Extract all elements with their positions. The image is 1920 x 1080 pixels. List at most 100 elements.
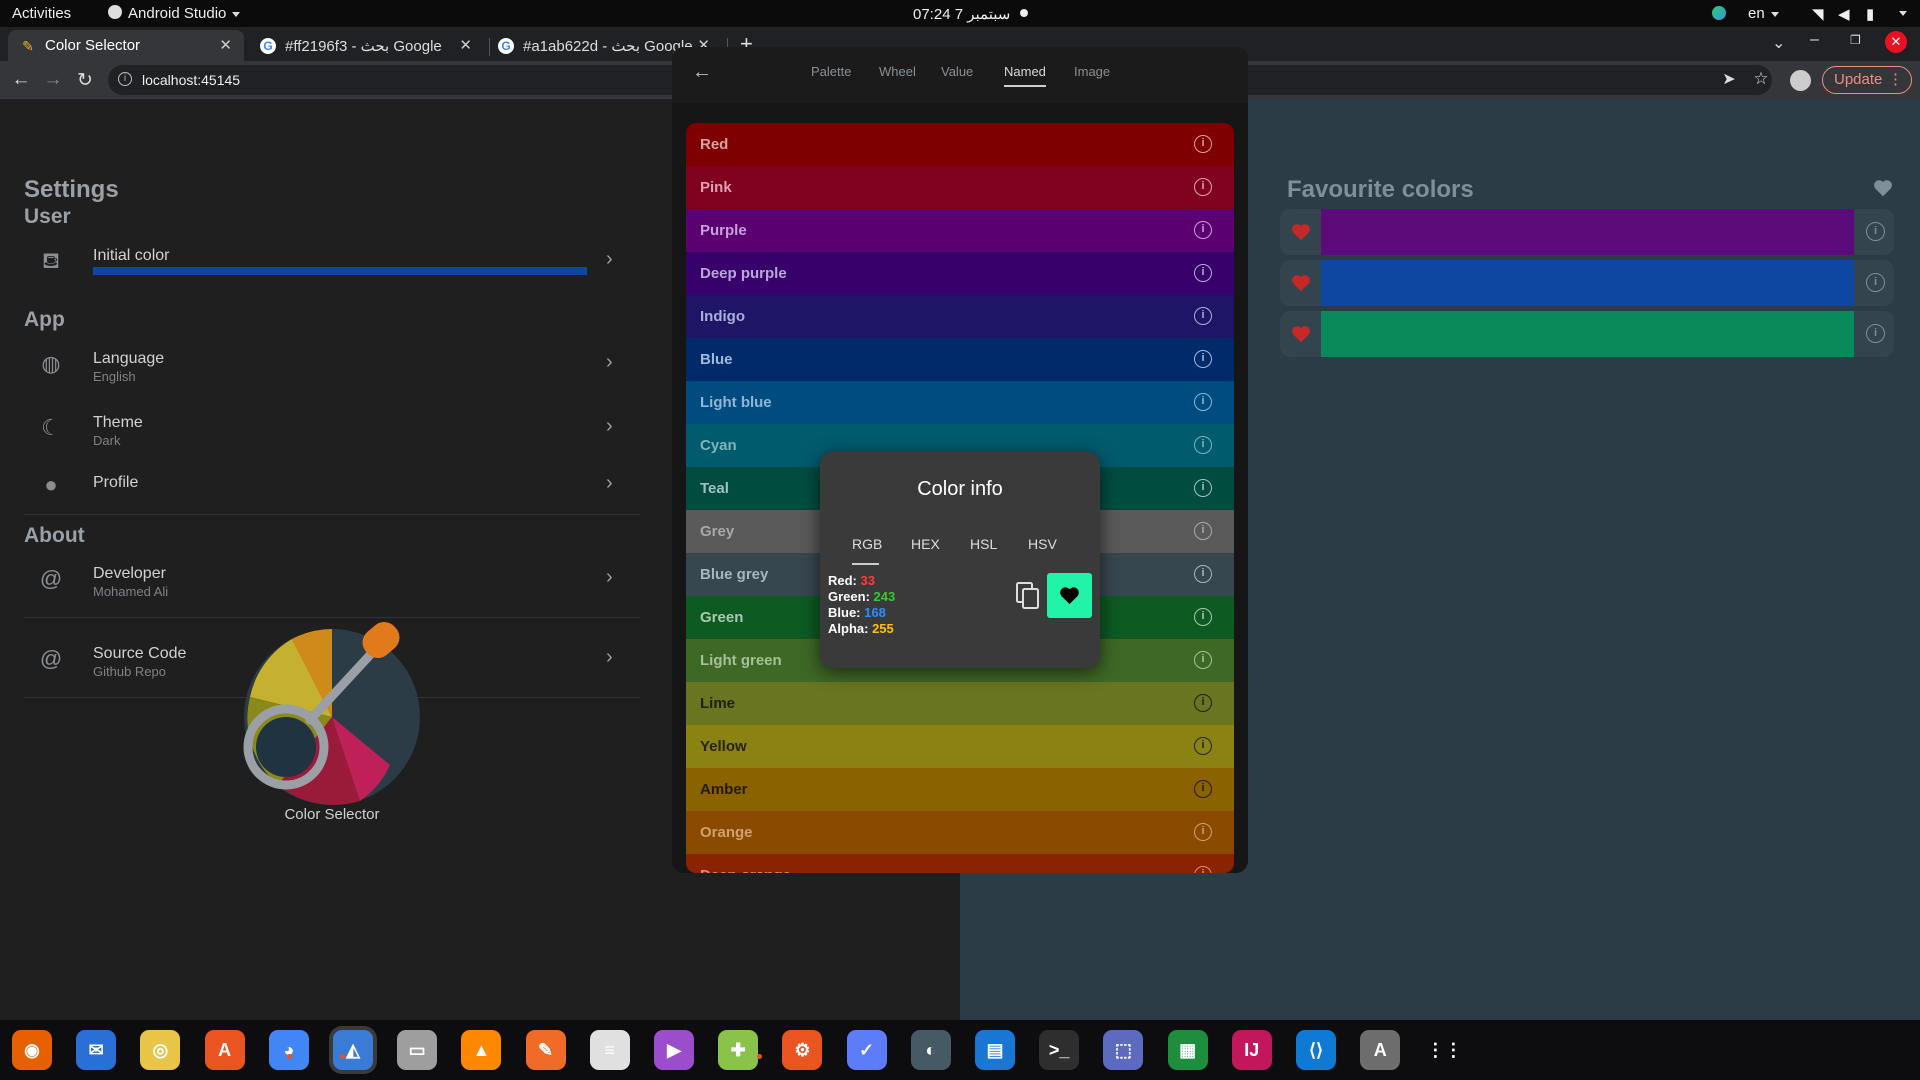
info-icon[interactable]: i [1194,823,1212,841]
task-manager-icon[interactable]: ✓ [846,1030,887,1070]
system-menu-chevron-icon[interactable] [1899,11,1907,16]
setting-language[interactable]: ◍ Language English › [24,341,640,399]
color-row-lime[interactable]: Lime i [686,682,1234,725]
heart-icon[interactable] [1290,323,1312,345]
minimize-window-button[interactable]: – [1810,31,1819,49]
clock[interactable]: 07:24 7 سبتمبر [913,5,1010,23]
setting-theme[interactable]: ☾ Theme Dark › [24,405,640,463]
send-icon[interactable]: ➤ [1718,69,1740,89]
color-row-deep-orange[interactable]: Deep orange i [686,854,1234,873]
forward-arrow-icon[interactable]: → [42,69,64,91]
android-sdk-icon[interactable]: ✚ [718,1030,759,1070]
favourite-color-swatch[interactable] [1321,209,1854,255]
info-icon[interactable]: i [1194,264,1212,282]
color-row-deep-purple[interactable]: Deep purple i [686,252,1234,295]
setting-initial-color[interactable]: ⛾ Initial color › [24,238,640,296]
inkscape-icon[interactable]: ✎ [525,1030,566,1070]
language-indicator[interactable]: en [1748,5,1779,22]
info-icon[interactable]: i [1194,135,1212,153]
spreadsheet-icon[interactable]: ▦ [1167,1030,1208,1070]
info-icon[interactable]: i [1194,350,1212,368]
show-apps-icon[interactable]: ⋮⋮ [1424,1030,1465,1070]
color-row-indigo[interactable]: Indigo i [686,295,1234,338]
info-icon[interactable]: i [1194,651,1212,669]
favourite-color-swatch[interactable] [1321,311,1854,357]
tab-value[interactable]: Value [941,64,973,79]
close-window-button[interactable]: ✕ [1885,31,1907,53]
back-arrow-icon[interactable]: ← [692,61,712,84]
battery-icon[interactable]: ▮ [1866,5,1874,23]
color-row-light-blue[interactable]: Light blue i [686,381,1234,424]
close-tab-icon[interactable]: ✕ [459,36,472,54]
volume-icon[interactable]: ◀ [1838,5,1850,23]
info-icon[interactable]: i [1194,436,1212,454]
add-favourite-button[interactable] [1047,573,1092,618]
setting-developer[interactable]: @ Developer Mohamed Ali › [24,556,640,614]
terminal-icon[interactable]: >_ [1039,1030,1080,1070]
android-studio-icon[interactable]: ◭ [333,1030,373,1070]
info-icon[interactable]: i [1194,393,1212,411]
intellij-icon[interactable]: IJ [1231,1030,1272,1070]
tab-search-chevron-icon[interactable]: ⌄ [1772,33,1785,53]
color-row-blue[interactable]: Blue i [686,338,1234,381]
heart-icon[interactable] [1290,272,1312,294]
info-icon[interactable]: i [1194,221,1212,239]
vscode-icon[interactable]: ⟨⟩ [1296,1030,1336,1070]
info-icon[interactable]: i [1194,866,1212,873]
screenshot-icon[interactable]: ⬚ [1103,1030,1144,1070]
video-player-icon[interactable]: ▶ [654,1030,694,1070]
wifi-icon[interactable]: ◥ [1812,5,1824,23]
update-button[interactable]: Update ⋮ [1822,66,1912,94]
color-row-orange[interactable]: Orange i [686,811,1234,854]
tab-named[interactable]: Named [1004,64,1046,79]
vlc-icon[interactable]: ▲ [461,1030,502,1070]
gimp-icon[interactable]: ◐ [910,1030,951,1070]
tab-palette[interactable]: Palette [811,64,851,79]
browser-tab-color-selector[interactable]: ✎ Color Selector ✕ [8,30,244,61]
info-icon[interactable]: i [1194,608,1212,626]
browser-tab-google-1[interactable]: G #ff2196f3 - بحث Google ✕ [248,30,484,61]
info-icon[interactable]: i [1194,307,1212,325]
document-viewer-icon[interactable]: ≡ [589,1030,630,1070]
software-updater-icon[interactable]: A [1360,1030,1401,1070]
dialog-tab-rgb[interactable]: RGB [852,536,882,552]
chrome-icon[interactable]: ◕ [268,1030,309,1070]
favourite-color-swatch[interactable] [1321,260,1854,306]
tab-wheel[interactable]: Wheel [879,64,916,79]
indicator-icon[interactable] [1712,6,1726,20]
info-icon[interactable]: i [1194,178,1212,196]
rhythmbox-icon[interactable]: ◎ [140,1030,181,1070]
dialog-tab-hex[interactable]: HEX [911,536,940,552]
dialog-tab-hsv[interactable]: HSV [1028,536,1057,552]
info-icon[interactable]: i [1194,737,1212,755]
color-row-yellow[interactable]: Yellow i [686,725,1234,768]
back-arrow-icon[interactable]: ← [10,69,32,91]
copy-icon[interactable] [1016,582,1040,610]
ubuntu-software-icon[interactable]: ⚙ [782,1030,823,1070]
profile-avatar-icon[interactable] [1790,70,1811,91]
info-icon[interactable]: i [1866,273,1885,292]
info-icon[interactable]: i [1194,780,1212,798]
info-icon[interactable]: i [1866,222,1885,241]
firefox-icon[interactable]: ◉ [12,1030,52,1070]
restore-window-button[interactable]: ❐ [1850,33,1861,47]
heart-icon[interactable] [1290,221,1312,243]
info-icon[interactable]: i [1194,694,1212,712]
color-row-amber[interactable]: Amber i [686,768,1234,811]
active-app-menu[interactable]: Android Studio [108,5,241,22]
favourite-color-row[interactable]: i [1280,260,1894,306]
bookmark-star-icon[interactable]: ☆ [1750,69,1772,89]
thunderbird-icon[interactable]: ✉ [76,1030,117,1070]
close-tab-icon[interactable]: ✕ [219,36,232,54]
favourite-color-row[interactable]: i [1280,311,1894,357]
site-info-icon[interactable]: i [118,72,132,86]
info-icon[interactable]: i [1866,324,1885,343]
color-row-pink[interactable]: Pink i [686,166,1234,209]
dialog-tab-hsl[interactable]: HSL [970,536,997,552]
text-editor-icon[interactable]: ▤ [975,1030,1015,1070]
color-row-red[interactable]: Red i [686,123,1234,166]
favourite-color-row[interactable]: i [1280,209,1894,255]
activities-button[interactable]: Activities [12,5,71,22]
setting-profile[interactable]: ● Profile › [24,462,640,520]
tab-image[interactable]: Image [1074,64,1110,79]
